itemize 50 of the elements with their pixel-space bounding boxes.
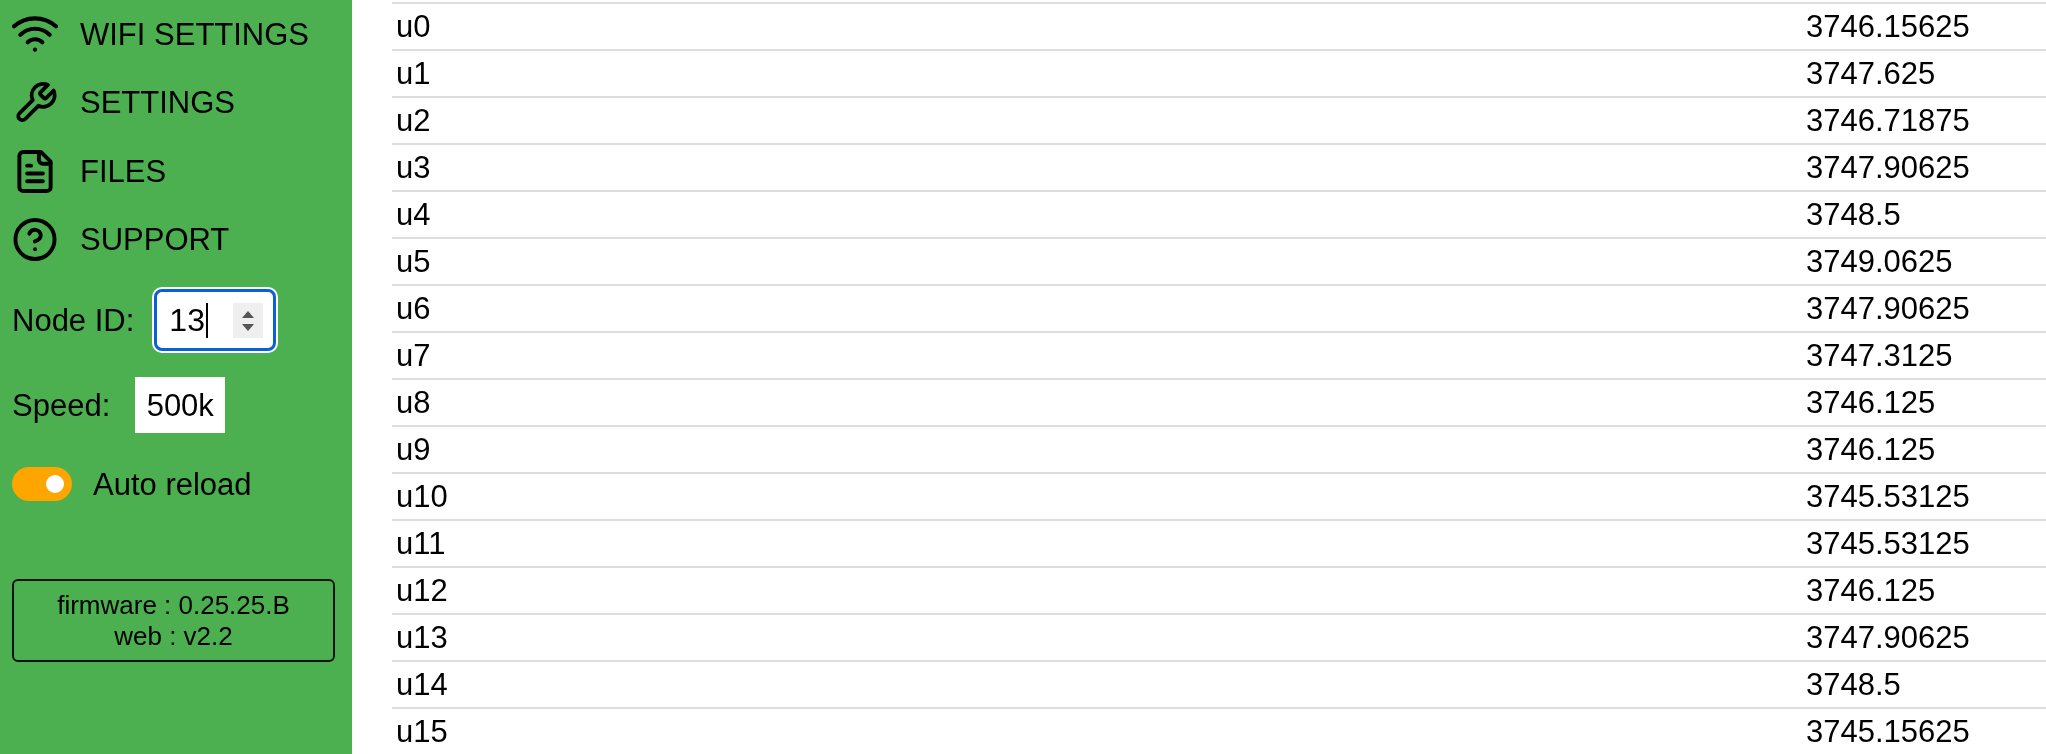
- help-icon: [13, 218, 57, 262]
- table-cell-text: 3747.3125: [1805, 340, 1953, 371]
- table-cell-text: 3748.5: [1805, 669, 1901, 700]
- spinner-icon[interactable]: [233, 302, 264, 338]
- table-cell-text: u8: [395, 387, 431, 418]
- table-cell-text: u13: [395, 622, 448, 653]
- node-id-label: Node ID:: [12, 304, 135, 336]
- table-cell-text: u3: [395, 152, 431, 183]
- table-cell-text: 3747.625: [1805, 58, 1936, 89]
- speed-label: Speed:: [12, 389, 111, 421]
- table-cell-text: u7: [395, 340, 431, 371]
- table-cell-text: u1: [395, 58, 431, 89]
- wrench-icon: [13, 81, 57, 124]
- table-cell-text: u15: [395, 716, 448, 747]
- table-cell-text: 3745.53125: [1805, 481, 1970, 512]
- table-cell-text: 3747.90625: [1805, 293, 1970, 324]
- table-cell-text: u4: [395, 199, 431, 230]
- nav-item[interactable]: SETTINGS: [12, 68, 235, 137]
- table-cell-text: u12: [395, 575, 448, 606]
- table-cell-text: 3745.15625: [1805, 716, 1970, 747]
- table-cell-text: u10: [395, 481, 448, 512]
- nav-item[interactable]: WIFI SETTINGS: [12, 0, 310, 69]
- table-cell-text: 3746.125: [1805, 387, 1936, 418]
- auto-reload-label: Auto reload: [93, 468, 252, 500]
- table-cell-text: u5: [395, 246, 431, 277]
- version-text: firmware : 0.25.25.B: [57, 589, 290, 621]
- table-cell-text: u11: [395, 528, 446, 559]
- text-cursor-icon: [205, 302, 208, 338]
- toggle-switch[interactable]: [12, 467, 72, 501]
- table-cell-text: 3747.90625: [1805, 152, 1970, 183]
- table-cell-text: u9: [395, 434, 431, 465]
- table-cell-text: 3747.90625: [1805, 622, 1970, 653]
- nav-item[interactable]: FILES: [12, 137, 167, 206]
- table-cell-text: 3748.5: [1805, 199, 1901, 230]
- document-icon: [17, 149, 53, 193]
- table-cell-text: 3746.125: [1805, 575, 1936, 606]
- table-cell-text: u2: [395, 105, 431, 136]
- wifi-icon: [12, 16, 58, 53]
- table-cell-text: u14: [395, 669, 448, 700]
- nav-item[interactable]: SUPPORT: [12, 205, 230, 274]
- version-text: web : v2.2: [114, 620, 233, 652]
- table-cell-text: 3749.0625: [1805, 246, 1953, 277]
- table-cell-text: 3746.71875: [1805, 105, 1970, 136]
- table-cell-text: u0: [395, 11, 431, 42]
- table-cell-text: u6: [395, 293, 431, 324]
- table-cell-text: 3745.53125: [1805, 528, 1970, 559]
- table-cell-text: 3746.125: [1805, 434, 1936, 465]
- node-id-field[interactable]: 13: [152, 287, 279, 353]
- table-cell-text: 3746.15625: [1805, 11, 1970, 42]
- speed-field[interactable]: 500k: [135, 377, 226, 433]
